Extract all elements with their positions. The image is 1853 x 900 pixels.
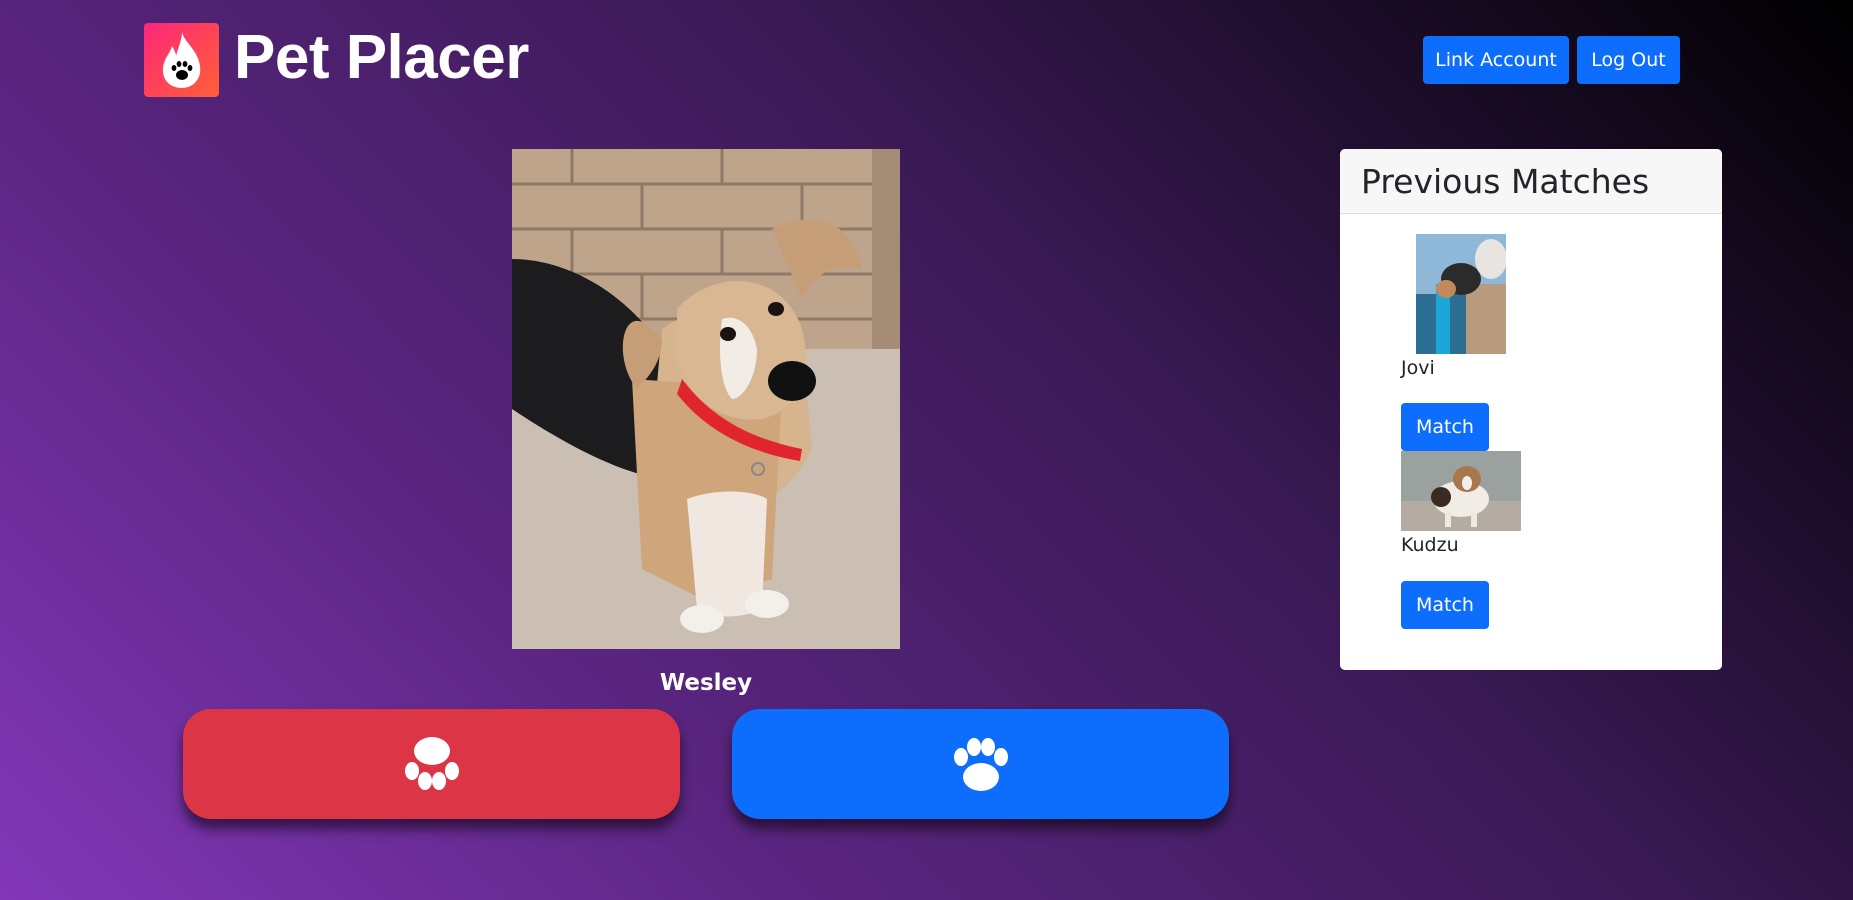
logout-button[interactable]: Log Out [1577,36,1680,84]
previous-matches-card: Previous Matches Jovi Match Kudzu Match [1340,149,1722,670]
match-button-kudzu[interactable]: Match [1401,581,1489,629]
dog-photo [1401,451,1521,531]
pet-photo [512,149,900,649]
brand-title: Pet Placer [234,23,529,92]
paw-down-icon [404,737,459,790]
match-photo-jovi [1416,234,1506,354]
reject-button[interactable] [183,709,680,819]
match-name-kudzu: Kudzu [1401,534,1459,556]
dog-photo [512,149,900,649]
like-button[interactable] [732,709,1229,819]
logo [144,23,219,97]
link-account-button[interactable]: Link Account [1423,36,1569,84]
match-button-jovi[interactable]: Match [1401,403,1489,451]
dog-photo [1416,234,1506,354]
match-photo-kudzu [1401,451,1521,531]
match-name-jovi: Jovi [1401,357,1435,379]
flame-paw-icon [162,32,200,88]
previous-matches-title: Previous Matches [1340,149,1722,214]
pet-name: Wesley [659,670,753,696]
paw-up-icon [953,738,1008,791]
